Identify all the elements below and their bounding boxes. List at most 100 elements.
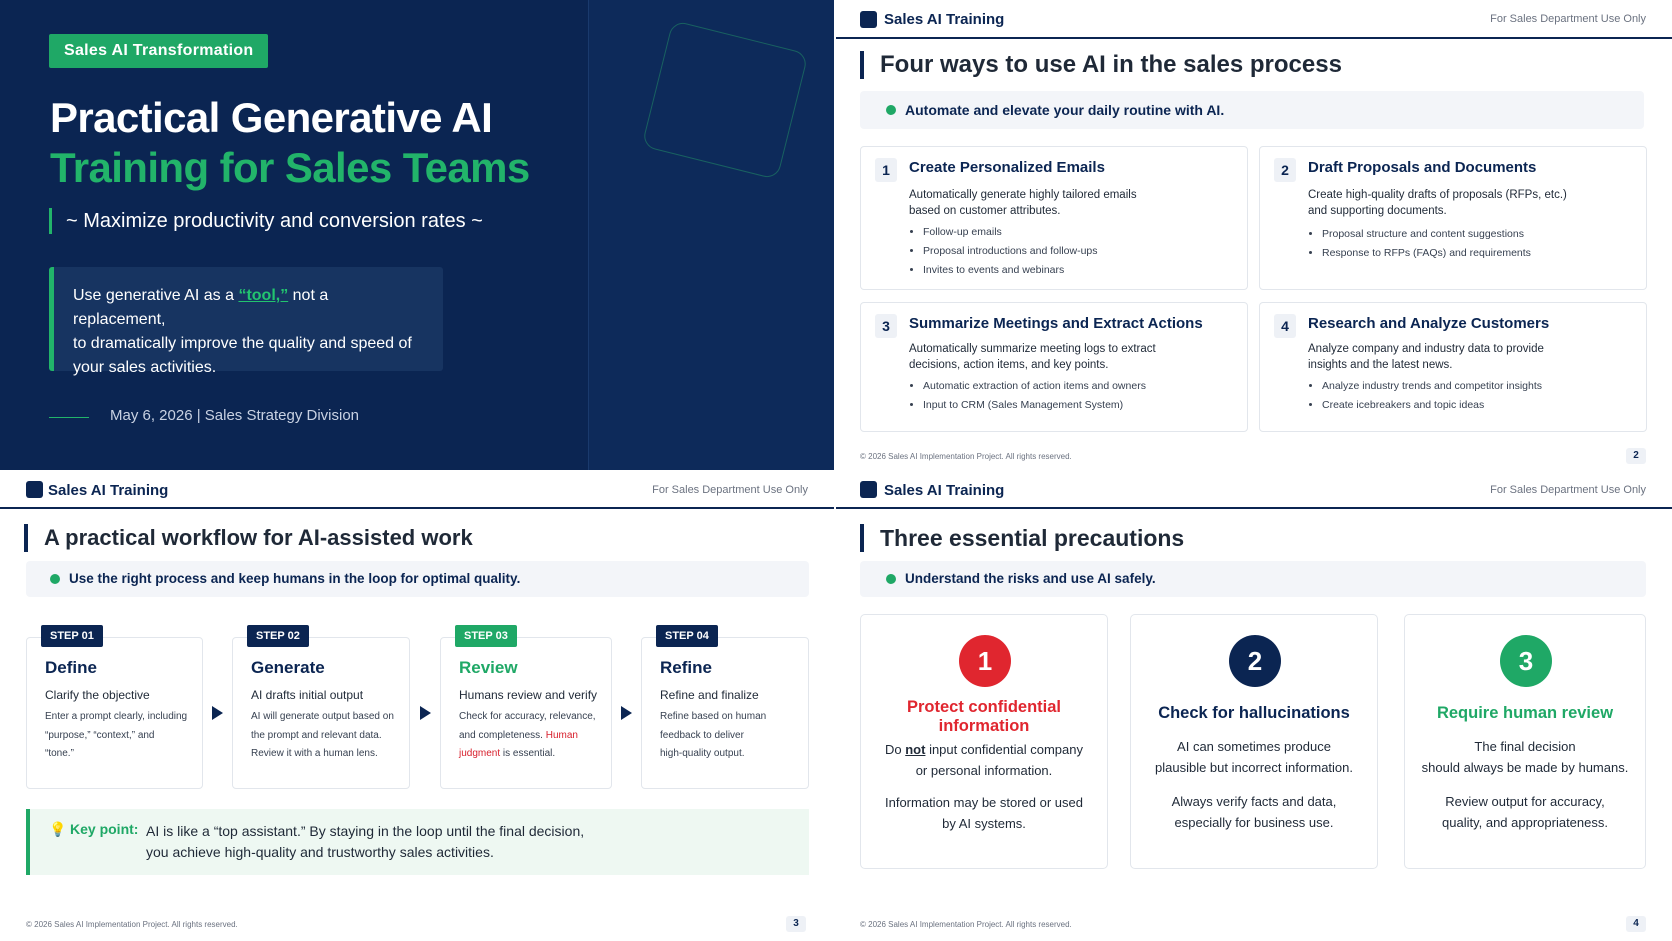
key-point-label: Key point: [70, 821, 139, 837]
footer-copyright: © 2026 Sales AI Implementation Project. … [860, 452, 1072, 461]
bullet-dot-icon [886, 574, 896, 584]
step-subtitle: Humans review and verify [459, 688, 598, 702]
bullet-item: Automatic extraction of action items and… [923, 377, 1146, 396]
card-bullets: Follow-up emails Proposal introductions … [923, 223, 1098, 280]
card-description: Analyze company and industry data to pro… [1308, 343, 1544, 371]
page-number: 4 [1626, 916, 1646, 932]
page-number: 3 [786, 916, 806, 932]
header-logo-icon [860, 481, 877, 498]
step-subtitle: Refine and finalize [660, 688, 759, 702]
precaution-note: Always verify facts and data, especially … [1171, 794, 1337, 830]
header-logo-icon [860, 11, 877, 28]
quote-line-3: your sales activities. [73, 359, 217, 376]
slide-grid: Sales AI Transformation Practical Genera… [0, 0, 1672, 941]
cover-title-line-2: Training for Sales Teams [50, 144, 530, 191]
precautions-slide[interactable]: Sales AI Training For Sales Department U… [836, 470, 1672, 941]
arrow-right-icon [420, 706, 431, 720]
key-point-box: 💡 Key point: AI is like a “top assistant… [26, 809, 809, 875]
precaution-card: 3 Require human review The final decisio… [1404, 614, 1646, 869]
footer-copyright: © 2026 Sales AI Implementation Project. … [26, 920, 238, 929]
bullet-dot-icon [50, 574, 60, 584]
slide-title: Four ways to use AI in the sales process [860, 51, 1342, 79]
precaution-title: Check for hallucinations [1158, 704, 1350, 722]
use-case-card: 2 Draft Proposals and Documents Create h… [1259, 146, 1647, 290]
header-rule [836, 507, 1672, 509]
header-title: Sales AI Training [48, 482, 169, 499]
precaution-title: Protect confidential information [906, 698, 1062, 735]
cover-quote-box: Use generative AI as a “tool,” not a rep… [49, 267, 443, 376]
workflow-step: STEP 03 Review Humans review and verify … [440, 625, 612, 789]
bullet-item: Analyze industry trends and competitor i… [1322, 377, 1542, 396]
card-title: Summarize Meetings and Extract Actions [909, 315, 1203, 332]
header-title: Sales AI Training [884, 11, 1005, 28]
cover-tag: Sales AI Transformation [49, 34, 269, 68]
footer-copyright: © 2026 Sales AI Implementation Project. … [860, 920, 1072, 929]
header-title: Sales AI Training [884, 482, 1005, 499]
workflow-step: STEP 04 Refine Refine and finalize Refin… [641, 625, 809, 789]
step-badge: STEP 03 [455, 625, 517, 647]
precaution-text: AI can sometimes produce plausible but in… [1155, 739, 1353, 775]
card-bullets: Automatic extraction of action items and… [923, 377, 1146, 415]
precaution-number: 1 [959, 635, 1011, 687]
workflow-step: STEP 01 Define Clarify the objective Ent… [26, 625, 203, 789]
slide-banner: Automate and elevate your daily routine … [860, 91, 1644, 129]
header-rule [836, 37, 1672, 39]
card-description: Create high-quality drafts of proposals … [1308, 189, 1567, 217]
lightbulb-icon: 💡 [49, 821, 67, 837]
quote-highlight: “tool,” [238, 287, 289, 304]
cover-date: May 6, 2026 | Sales Strategy Division [110, 407, 360, 424]
workflow-slide[interactable]: Sales AI Training For Sales Department U… [0, 470, 834, 941]
precaution-card: 1 Protect confidential information Do not… [860, 614, 1108, 869]
precaution-number: 3 [1500, 635, 1552, 687]
card-number: 2 [1274, 158, 1296, 182]
card-description: Automatically generate highly tailored e… [909, 189, 1137, 217]
bullet-item: Create icebreakers and topic ideas [1322, 396, 1542, 415]
card-description: Automatically summarize meeting logs to … [909, 343, 1156, 371]
card-number: 1 [875, 158, 897, 182]
header-confidentiality: For Sales Department Use Only [1490, 484, 1646, 496]
card-number: 4 [1274, 314, 1296, 338]
bullet-item: Follow-up emails [923, 223, 1098, 242]
bullet-item: Proposal introductions and follow-ups [923, 242, 1098, 261]
quote-pre: Use generative AI as a [73, 287, 239, 304]
slide-title: Three essential precautions [860, 524, 1184, 552]
bullet-item: Invites to events and webinars [923, 261, 1098, 280]
step-badge: STEP 04 [656, 625, 718, 647]
cover-slide[interactable]: Sales AI Transformation Practical Genera… [0, 0, 834, 470]
four-ways-slide[interactable]: Sales AI Training For Sales Department U… [836, 0, 1672, 470]
bullet-item: Response to RFPs (FAQs) and requirements [1322, 244, 1531, 263]
page-number: 2 [1626, 448, 1646, 464]
slide-banner: Understand the risks and use AI safely. [860, 561, 1646, 597]
step-description: Check for accuracy, relevance, and comple… [459, 711, 596, 759]
bullet-item: Input to CRM (Sales Management System) [923, 396, 1146, 415]
step-description: AI will generate output based on the prom… [251, 711, 394, 759]
quote-line-1: Use generative AI as a “tool,” not a rep… [73, 284, 425, 332]
precaution-text: Do not input confidential company or pers… [885, 742, 1083, 778]
precaution-note: Information may be stored or used by AI s… [885, 795, 1083, 831]
card-title: Create Personalized Emails [909, 159, 1105, 176]
step-subtitle: Clarify the objective [45, 688, 150, 702]
step-title: Define [45, 658, 97, 677]
step-description: Enter a prompt clearly, including “purpos… [45, 711, 188, 759]
use-case-card: 3 Summarize Meetings and Extract Actions… [860, 302, 1248, 432]
banner-text: Automate and elevate your daily routine … [905, 102, 1225, 118]
card-bullets: Analyze industry trends and competitor i… [1322, 377, 1542, 415]
card-title: Draft Proposals and Documents [1308, 159, 1537, 176]
precaution-note: Review output for accuracy, quality, and … [1442, 794, 1608, 830]
step-title: Review [459, 658, 518, 677]
card-title: Research and Analyze Customers [1308, 315, 1550, 332]
step-subtitle: AI drafts initial output [251, 688, 364, 702]
use-case-card: 1 Create Personalized Emails Automatical… [860, 146, 1248, 290]
header-logo-icon [26, 481, 43, 498]
cover-subtitle: ~ Maximize productivity and conversion r… [49, 208, 483, 234]
quote-line-2: to dramatically improve the quality and … [73, 335, 412, 352]
step-badge: STEP 01 [41, 625, 103, 647]
header-confidentiality: For Sales Department Use Only [652, 484, 808, 496]
arrow-right-icon [212, 706, 223, 720]
precaution-number: 2 [1229, 635, 1281, 687]
arrow-right-icon [621, 706, 632, 720]
use-case-card: 4 Research and Analyze Customers Analyze… [1259, 302, 1647, 432]
step-title: Generate [251, 658, 325, 677]
step-title: Refine [660, 658, 712, 677]
banner-text: Use the right process and keep humans in… [69, 571, 521, 586]
